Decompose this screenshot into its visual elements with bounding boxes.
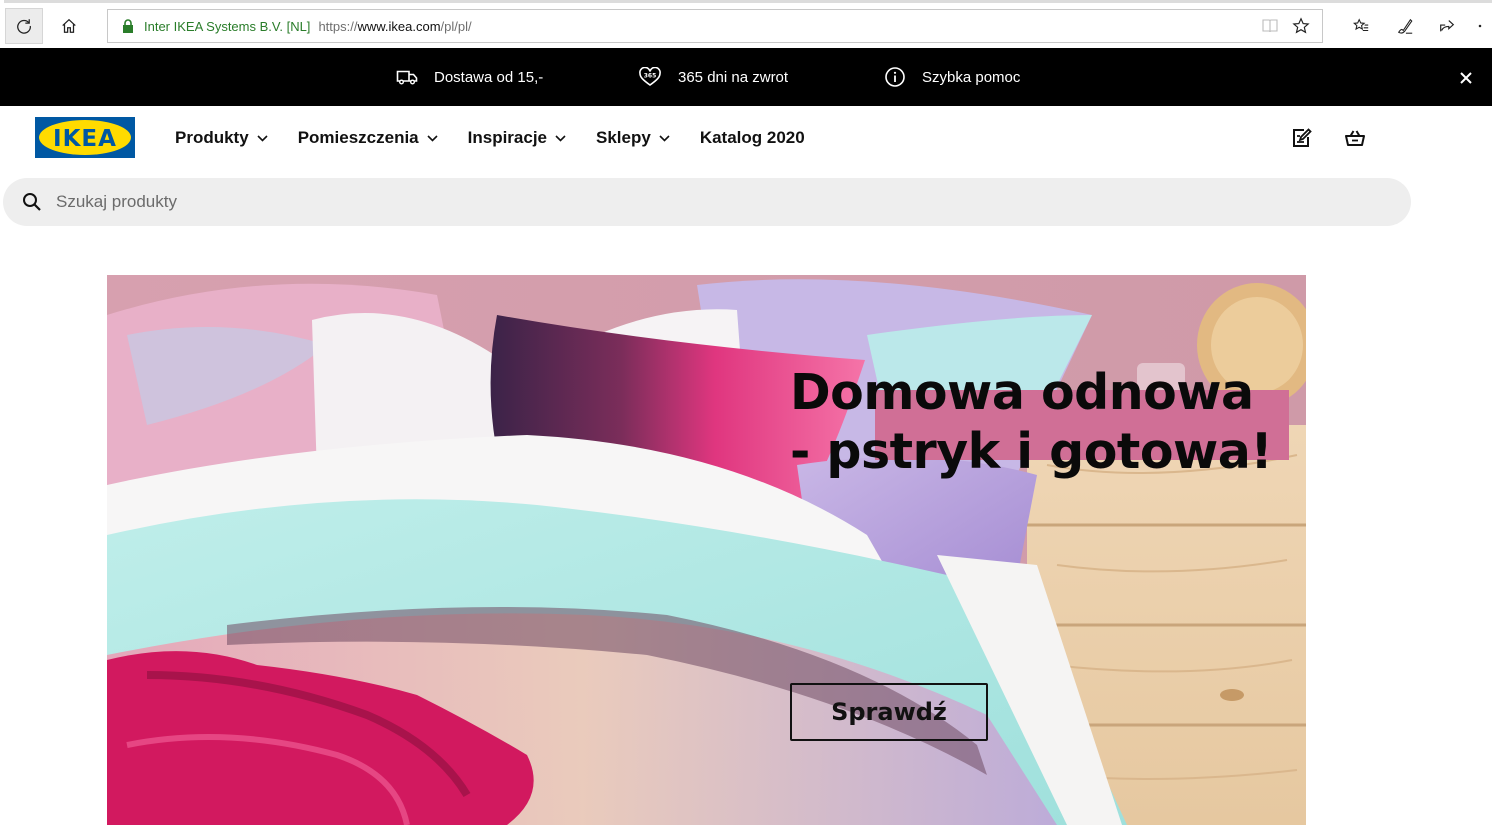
help-info[interactable]: Szybka pomoc [884,48,1020,106]
hero-title-line-2: - pstryk i gotowa! [790,423,1273,480]
shopping-list-button[interactable] [1290,126,1314,150]
nav-item-inspiracje[interactable]: Inspiracje [468,128,566,148]
hero-banner[interactable]: Domowa odnowa - pstryk i gotowa! Sprawdź [107,275,1306,825]
help-text: Szybka pomoc [922,68,1021,86]
shopping-basket-icon [1345,130,1365,146]
hero-image [107,275,1306,825]
shopping-list-icon [1293,128,1312,147]
nav-label: Sklepy [596,128,651,147]
returns-text: 365 dni na zwrot [678,68,789,86]
url-path: /pl/pl/ [440,18,472,34]
returns-info[interactable]: 365 365 dni na zwrot [638,48,788,106]
info-bar: Dostawa od 15,- 365 365 dni na zwrot Szy… [0,48,1492,106]
ikea-logo-graphic: IKEA [35,117,135,158]
home-icon [62,18,76,33]
nav-label: Produkty [175,128,249,147]
site-identity: Inter IKEA Systems B.V. [NL] [144,18,311,34]
more-icon [1478,24,1482,28]
info-icon [885,67,905,87]
address-bar[interactable]: Inter IKEA Systems B.V. [NL] https://www… [107,9,1323,43]
svg-text:365: 365 [644,73,657,80]
search-input[interactable] [56,192,1256,212]
nav-item-katalog[interactable]: Katalog 2020 [700,128,805,148]
hub-button[interactable] [1342,8,1380,44]
delivery-info[interactable]: Dostawa od 15,- [396,48,543,106]
close-infobar-button[interactable] [1456,68,1476,88]
reading-view-icon[interactable] [1262,18,1278,34]
truck-icon [396,70,418,85]
hero-title-line-1: Domowa odnowa [790,364,1254,421]
heart-365-icon: 365 [639,67,661,86]
home-button[interactable] [50,8,88,44]
url-host: www.ikea.com [357,18,441,34]
nav-item-sklepy[interactable]: Sklepy [596,128,670,148]
hero-title: Domowa odnowa - pstryk i gotowa! [790,363,1273,481]
refresh-icon [17,19,31,34]
chevron-down-icon [659,134,670,142]
search-bar[interactable] [3,178,1411,226]
nav-label: Pomieszczenia [297,128,419,147]
chevron-down-icon [555,134,566,142]
delivery-text: Dostawa od 15,- [434,68,544,86]
chevron-down-icon [427,134,438,142]
nav-item-pomieszczenia[interactable]: Pomieszczenia [298,128,438,148]
browser-toolbar: Inter IKEA Systems B.V. [NL] https://www… [0,0,1492,48]
share-icon [1440,20,1455,32]
ikea-logo[interactable]: IKEA [35,117,135,158]
chevron-down-icon [257,134,268,142]
more-button[interactable] [1468,8,1492,44]
lock-icon [123,19,133,33]
shopping-basket-button[interactable] [1343,126,1367,150]
nav-item-produkty[interactable]: Produkty [175,128,268,148]
close-icon [1460,72,1472,84]
share-button[interactable] [1428,8,1466,44]
search-icon [23,193,41,211]
hero-cta-button[interactable]: Sprawdź [790,683,988,741]
tab-strip-edge [0,0,1492,3]
logo-text: IKEA [53,126,117,152]
refresh-button[interactable] [5,8,43,44]
nav-label: Inspiracje [467,128,548,147]
url-scheme: https:// [318,18,358,34]
hub-icon [1352,18,1369,32]
notes-icon [1397,18,1413,34]
nav-label: Katalog 2020 [699,128,805,147]
web-notes-button[interactable] [1386,8,1424,44]
main-nav: Produkty Pomieszczenia Inspiracje Sklepy… [175,117,805,159]
favorite-star-icon[interactable] [1292,17,1310,35]
